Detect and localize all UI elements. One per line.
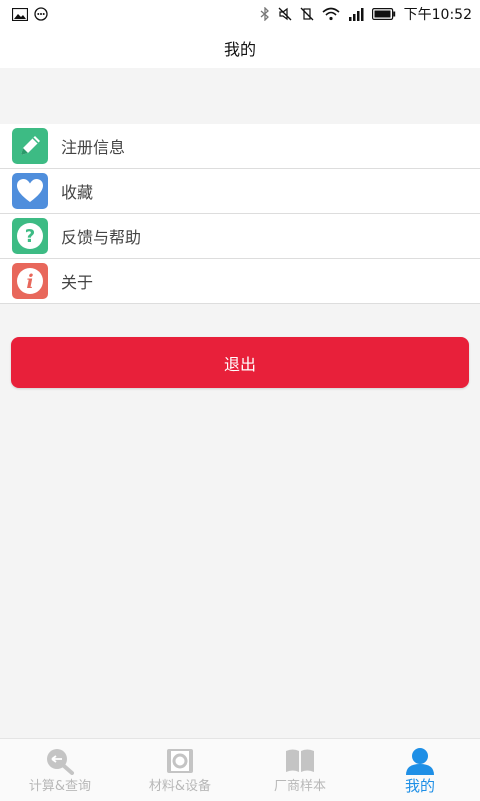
bluetooth-icon: [260, 7, 270, 21]
vibrate-off-icon: [300, 7, 314, 21]
menu-item-label: 注册信息: [61, 138, 126, 157]
menu-item-label: 反馈与帮助: [61, 228, 142, 247]
mute-icon: [278, 7, 292, 21]
tab-label: 材料&设备: [148, 779, 212, 794]
settings-menu: 注册信息 收藏 ? 反馈与帮助 i 关于: [0, 124, 480, 304]
title-bar: 我的: [0, 28, 480, 68]
material-equipment-icon: [165, 747, 195, 775]
menu-item-registration-info[interactable]: 注册信息: [0, 124, 480, 169]
tab-label: 计算&查询: [28, 779, 92, 794]
menu-item-label: 关于: [61, 273, 94, 292]
pencil-icon: [12, 128, 48, 164]
page-title: 我的: [223, 40, 256, 59]
tab-vendor-samples[interactable]: 厂商样本: [240, 739, 360, 801]
menu-item-about[interactable]: i 关于: [0, 259, 480, 304]
tab-label: 我的: [404, 777, 435, 795]
wifi-icon: [322, 7, 340, 21]
status-time: 下午10:52: [403, 7, 472, 23]
menu-item-feedback-help[interactable]: ? 反馈与帮助: [0, 214, 480, 259]
calculator-search-icon: [44, 747, 76, 775]
tab-label: 厂商样本: [273, 779, 326, 794]
battery-icon: [371, 8, 396, 20]
menu-item-favorites[interactable]: 收藏: [0, 169, 480, 214]
info-icon: i: [12, 263, 48, 299]
svg-text:i: i: [26, 271, 33, 293]
message-notification-icon: [34, 7, 48, 21]
user-icon: [405, 747, 435, 775]
svg-text:?: ?: [25, 226, 35, 247]
image-notification-icon: [12, 7, 28, 21]
menu-item-label: 收藏: [61, 183, 94, 202]
logout-button[interactable]: 退出: [11, 337, 469, 388]
status-bar: 下午10:52: [0, 0, 480, 28]
tab-material-equipment[interactable]: 材料&设备: [120, 739, 240, 801]
book-icon: [284, 747, 316, 775]
heart-icon: [12, 173, 48, 209]
signal-icon: [348, 7, 364, 21]
bottom-nav: 计算&查询 材料&设备 厂商样本 我的: [0, 738, 480, 801]
tab-mine[interactable]: 我的: [360, 739, 480, 801]
tab-calculate-query[interactable]: 计算&查询: [0, 739, 120, 801]
question-icon: ?: [12, 218, 48, 254]
